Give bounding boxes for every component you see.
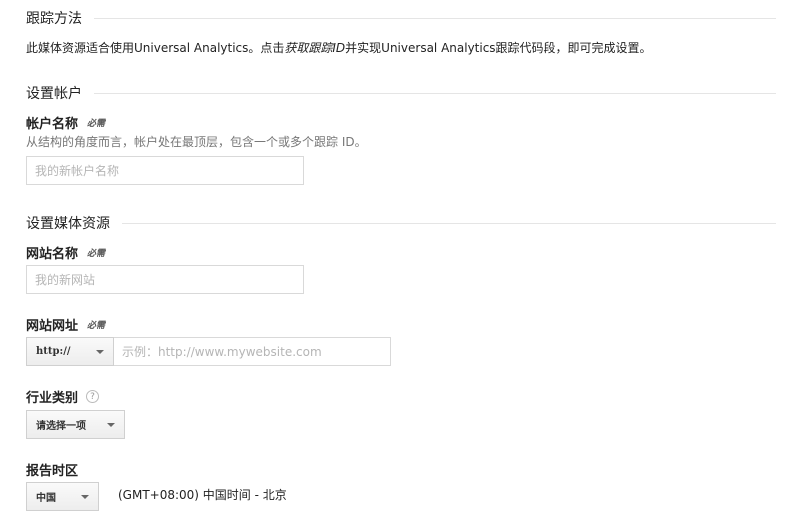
timezone-value: (GMT+08:00) 中国时间 - 北京 — [118, 488, 287, 502]
industry-dropdown[interactable]: 请选择一项 — [26, 410, 125, 439]
country-dropdown[interactable]: 中国 — [26, 482, 99, 511]
section-tracking-method: 跟踪方法 — [26, 8, 776, 28]
label-text: 网站名称 — [26, 247, 79, 262]
account-name-label: 帐户名称 必需 — [26, 113, 105, 132]
industry-label: 行业类别 ? — [26, 387, 100, 406]
site-url-label: 网站网址 必需 — [26, 315, 105, 334]
tracking-desc-text: 此媒体资源适合使用Universal Analytics。点击 — [26, 41, 285, 55]
section-title: 设置媒体资源 — [26, 216, 110, 232]
site-name-placeholder: 我的新网站 — [35, 273, 96, 287]
account-name-input[interactable]: 我的新帐户名称 — [26, 156, 304, 185]
site-name-input[interactable]: 我的新网站 — [26, 265, 304, 294]
section-title: 跟踪方法 — [26, 11, 82, 27]
account-name-placeholder: 我的新帐户名称 — [35, 164, 120, 178]
industry-value: 请选择一项 — [36, 421, 86, 432]
site-url-placeholder: 示例：http://www.mywebsite.com — [122, 345, 322, 359]
section-account-setup: 设置帐户 — [26, 83, 776, 103]
chevron-down-icon — [81, 494, 89, 499]
section-property-setup: 设置媒体资源 — [26, 213, 776, 233]
protocol-dropdown[interactable]: http:// — [26, 337, 114, 366]
section-divider — [122, 222, 776, 224]
protocol-value: http:// — [36, 346, 71, 357]
site-name-label: 网站名称 必需 — [26, 243, 105, 262]
tracking-desc-text-end: 并实现Universal Analytics跟踪代码段，即可完成设置。 — [345, 41, 652, 55]
section-divider — [94, 92, 776, 94]
account-hint: 从结构的角度而言，帐户处在最顶层，包含一个或多个跟踪 ID。 — [26, 135, 367, 149]
tracking-description: 此媒体资源适合使用Universal Analytics。点击获取跟踪ID并实现… — [26, 39, 652, 56]
chevron-down-icon — [96, 349, 104, 354]
required-badge: 必需 — [87, 321, 106, 331]
site-url-combo: http:// 示例：http://www.mywebsite.com — [26, 337, 391, 366]
label-text: 帐户名称 — [26, 117, 79, 132]
get-tracking-id-link[interactable]: 获取跟踪ID — [284, 41, 345, 55]
required-badge: 必需 — [87, 249, 106, 259]
timezone-label: 报告时区 — [26, 460, 78, 479]
label-text: 报告时区 — [26, 464, 79, 479]
label-text: 行业类别 — [26, 391, 79, 406]
chevron-down-icon — [107, 422, 115, 427]
site-url-input[interactable]: 示例：http://www.mywebsite.com — [114, 337, 391, 366]
label-text: 网站网址 — [26, 319, 79, 334]
section-divider — [94, 17, 776, 19]
help-icon[interactable]: ? — [86, 390, 100, 403]
country-value: 中国 — [36, 493, 56, 504]
required-badge: 必需 — [87, 119, 106, 129]
section-title: 设置帐户 — [26, 86, 82, 102]
